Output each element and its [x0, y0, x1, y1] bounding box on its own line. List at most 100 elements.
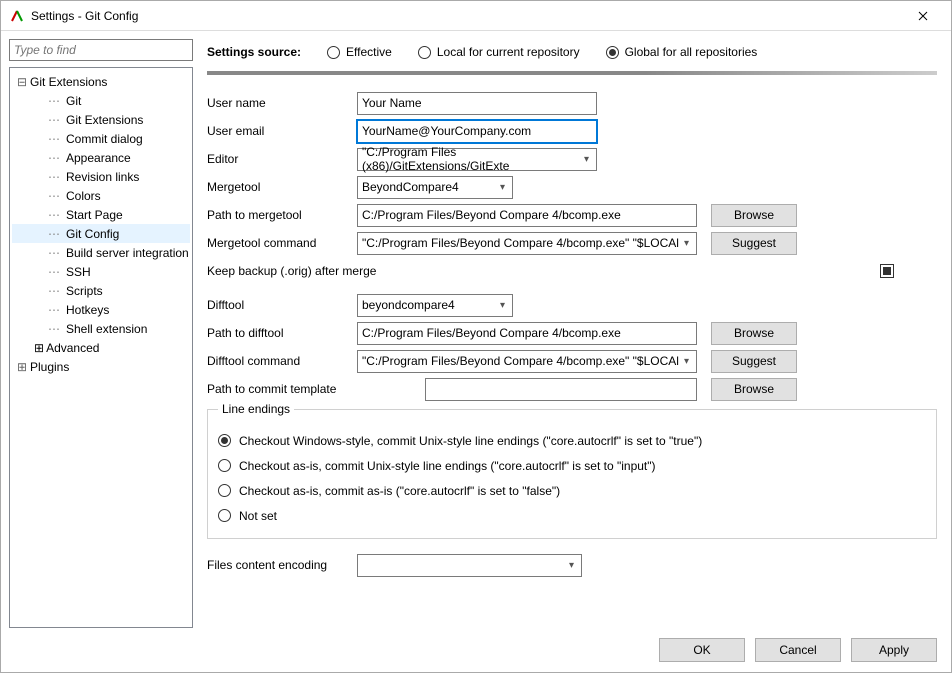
tree-label: Start Page	[66, 208, 123, 222]
apply-button[interactable]: Apply	[851, 638, 937, 662]
ok-button[interactable]: OK	[659, 638, 745, 662]
title-bar: Settings - Git Config	[1, 1, 951, 31]
tree-bullet-icon: ⋯	[48, 189, 60, 203]
tree-item-colors[interactable]: ⋯Colors	[12, 186, 190, 205]
keep-backup-label: Keep backup (.orig) after merge	[207, 264, 837, 278]
tree-bullet-icon: ⋯	[48, 265, 60, 279]
radio-global[interactable]: Global for all repositories	[606, 45, 758, 59]
difftool-cmd-combo[interactable]: "C:/Program Files/Beyond Compare 4/bcomp…	[357, 350, 697, 373]
tree-label: Git Config	[66, 227, 119, 241]
tree-label: Git	[66, 94, 81, 108]
tree-item-start-page[interactable]: ⋯ Start Page	[12, 205, 190, 224]
search-input[interactable]	[9, 39, 193, 61]
radio-label: Global for all repositories	[625, 45, 758, 59]
tree-label: Shell extension	[66, 322, 147, 336]
close-button[interactable]	[903, 2, 943, 30]
tree-bullet-icon: ⋯	[48, 303, 60, 317]
tree-root-git-extensions[interactable]: ⊟Git Extensions	[12, 72, 190, 91]
tree-label: Git Extensions	[30, 75, 107, 89]
difftool-label: Difftool	[207, 298, 357, 312]
tree-bullet-icon: ⋯	[48, 94, 60, 108]
expand-icon[interactable]: ⊞	[16, 360, 28, 374]
encoding-combo[interactable]: ▾	[357, 554, 582, 577]
radio-label: Checkout Windows-style, commit Unix-styl…	[239, 434, 702, 448]
line-endings-opt-notset[interactable]: Not set	[218, 503, 926, 528]
chevron-down-icon: ▾	[584, 154, 592, 165]
useremail-label: User email	[207, 124, 357, 138]
window-title: Settings - Git Config	[31, 9, 903, 23]
line-endings-opt-input[interactable]: Checkout as-is, commit Unix-style line e…	[218, 453, 926, 478]
combo-value: beyondcompare4	[362, 298, 455, 312]
radio-icon	[218, 509, 231, 522]
mergetool-cmd-label: Mergetool command	[207, 236, 357, 250]
browse-mergetool-button[interactable]: Browse	[711, 204, 797, 227]
tree-label: Appearance	[66, 151, 131, 165]
tree-item-shell-extension[interactable]: ⋯Shell extension	[12, 319, 190, 338]
tree-bullet-icon: ⋯	[48, 170, 60, 184]
expand-icon[interactable]: ⊞	[34, 341, 44, 355]
tree-label: Build server integration	[66, 246, 189, 260]
tree-bullet-icon: ⋯	[48, 113, 60, 127]
tree-bullet-icon: ⋯	[48, 151, 60, 165]
radio-label: Local for current repository	[437, 45, 580, 59]
chevron-down-icon: ▾	[500, 300, 508, 311]
tree-bullet-icon: ⋯	[48, 246, 60, 260]
tree-item-appearance[interactable]: ⋯ Appearance	[12, 148, 190, 167]
tree-label: Scripts	[66, 284, 103, 298]
difftool-path-input[interactable]	[357, 322, 697, 345]
editor-combo[interactable]: "C:/Program Files (x86)/GitExtensions/Gi…	[357, 148, 597, 171]
tree-label: Revision links	[66, 170, 139, 184]
radio-icon	[218, 484, 231, 497]
tree-item-commit-dialog[interactable]: ⋯Commit dialog	[12, 129, 190, 148]
tree-item-git-config[interactable]: ⋯ Git Config	[12, 224, 190, 243]
keep-backup-checkbox[interactable]	[880, 264, 894, 278]
mergetool-combo[interactable]: BeyondCompare4▾	[357, 176, 513, 199]
radio-icon	[418, 46, 431, 59]
tree-bullet-icon: ⋯	[48, 208, 60, 222]
chevron-down-icon: ▾	[684, 238, 692, 249]
settings-tree[interactable]: ⊟Git Extensions ⋯Git ⋯Git Extensions ⋯Co…	[9, 67, 193, 628]
mergetool-path-input[interactable]	[357, 204, 697, 227]
mergetool-cmd-combo[interactable]: "C:/Program Files/Beyond Compare 4/bcomp…	[357, 232, 697, 255]
dialog-footer: OK Cancel Apply	[1, 628, 951, 672]
tree-item-git[interactable]: ⋯ Git	[12, 91, 190, 110]
tree-label: Git Extensions	[66, 113, 143, 127]
tree-item-plugins[interactable]: ⊞Plugins	[12, 357, 190, 376]
commit-template-input[interactable]	[425, 378, 697, 401]
tree-bullet-icon: ⋯	[48, 227, 60, 241]
tree-item-git-extensions[interactable]: ⋯ Git Extensions	[12, 110, 190, 129]
radio-label: Effective	[346, 45, 392, 59]
browse-commit-template-button[interactable]: Browse	[711, 378, 797, 401]
line-endings-opt-false[interactable]: Checkout as-is, commit as-is ("core.auto…	[218, 478, 926, 503]
username-input[interactable]	[357, 92, 597, 115]
combo-value: "C:/Program Files (x86)/GitExtensions/Gi…	[362, 145, 584, 173]
tree-item-scripts[interactable]: ⋯Scripts	[12, 281, 190, 300]
radio-effective[interactable]: Effective	[327, 45, 392, 59]
encoding-label: Files content encoding	[207, 558, 357, 572]
radio-label: Not set	[239, 509, 277, 523]
tree-item-ssh[interactable]: ⋯SSH	[12, 262, 190, 281]
radio-label: Checkout as-is, commit as-is ("core.auto…	[239, 484, 560, 498]
collapse-icon[interactable]: ⊟	[16, 75, 28, 89]
difftool-combo[interactable]: beyondcompare4 ▾	[357, 294, 513, 317]
divider	[207, 71, 937, 75]
combo-value: BeyondCompare4	[362, 180, 459, 194]
tree-item-hotkeys[interactable]: ⋯ Hotkeys	[12, 300, 190, 319]
tree-label: Commit dialog	[66, 132, 143, 146]
line-endings-opt-true[interactable]: Checkout Windows-style, commit Unix-styl…	[218, 428, 926, 453]
browse-difftool-button[interactable]: Browse	[711, 322, 797, 345]
chevron-down-icon: ▾	[684, 356, 692, 367]
suggest-difftool-button[interactable]: Suggest	[711, 350, 797, 373]
suggest-mergetool-button[interactable]: Suggest	[711, 232, 797, 255]
tree-item-build-server[interactable]: ⋯ Build server integration	[12, 243, 190, 262]
main-panel: Settings source: Effective Local for cur…	[203, 39, 941, 628]
useremail-input[interactable]	[357, 120, 597, 143]
settings-source-row: Settings source: Effective Local for cur…	[207, 39, 937, 65]
cancel-button[interactable]: Cancel	[755, 638, 841, 662]
radio-local[interactable]: Local for current repository	[418, 45, 580, 59]
tree-item-revision-links[interactable]: ⋯ Revision links	[12, 167, 190, 186]
difftool-cmd-label: Difftool command	[207, 354, 357, 368]
tree-item-advanced[interactable]: ⊞Advanced	[12, 338, 190, 357]
tree-label: Hotkeys	[66, 303, 109, 317]
radio-icon	[218, 434, 231, 447]
